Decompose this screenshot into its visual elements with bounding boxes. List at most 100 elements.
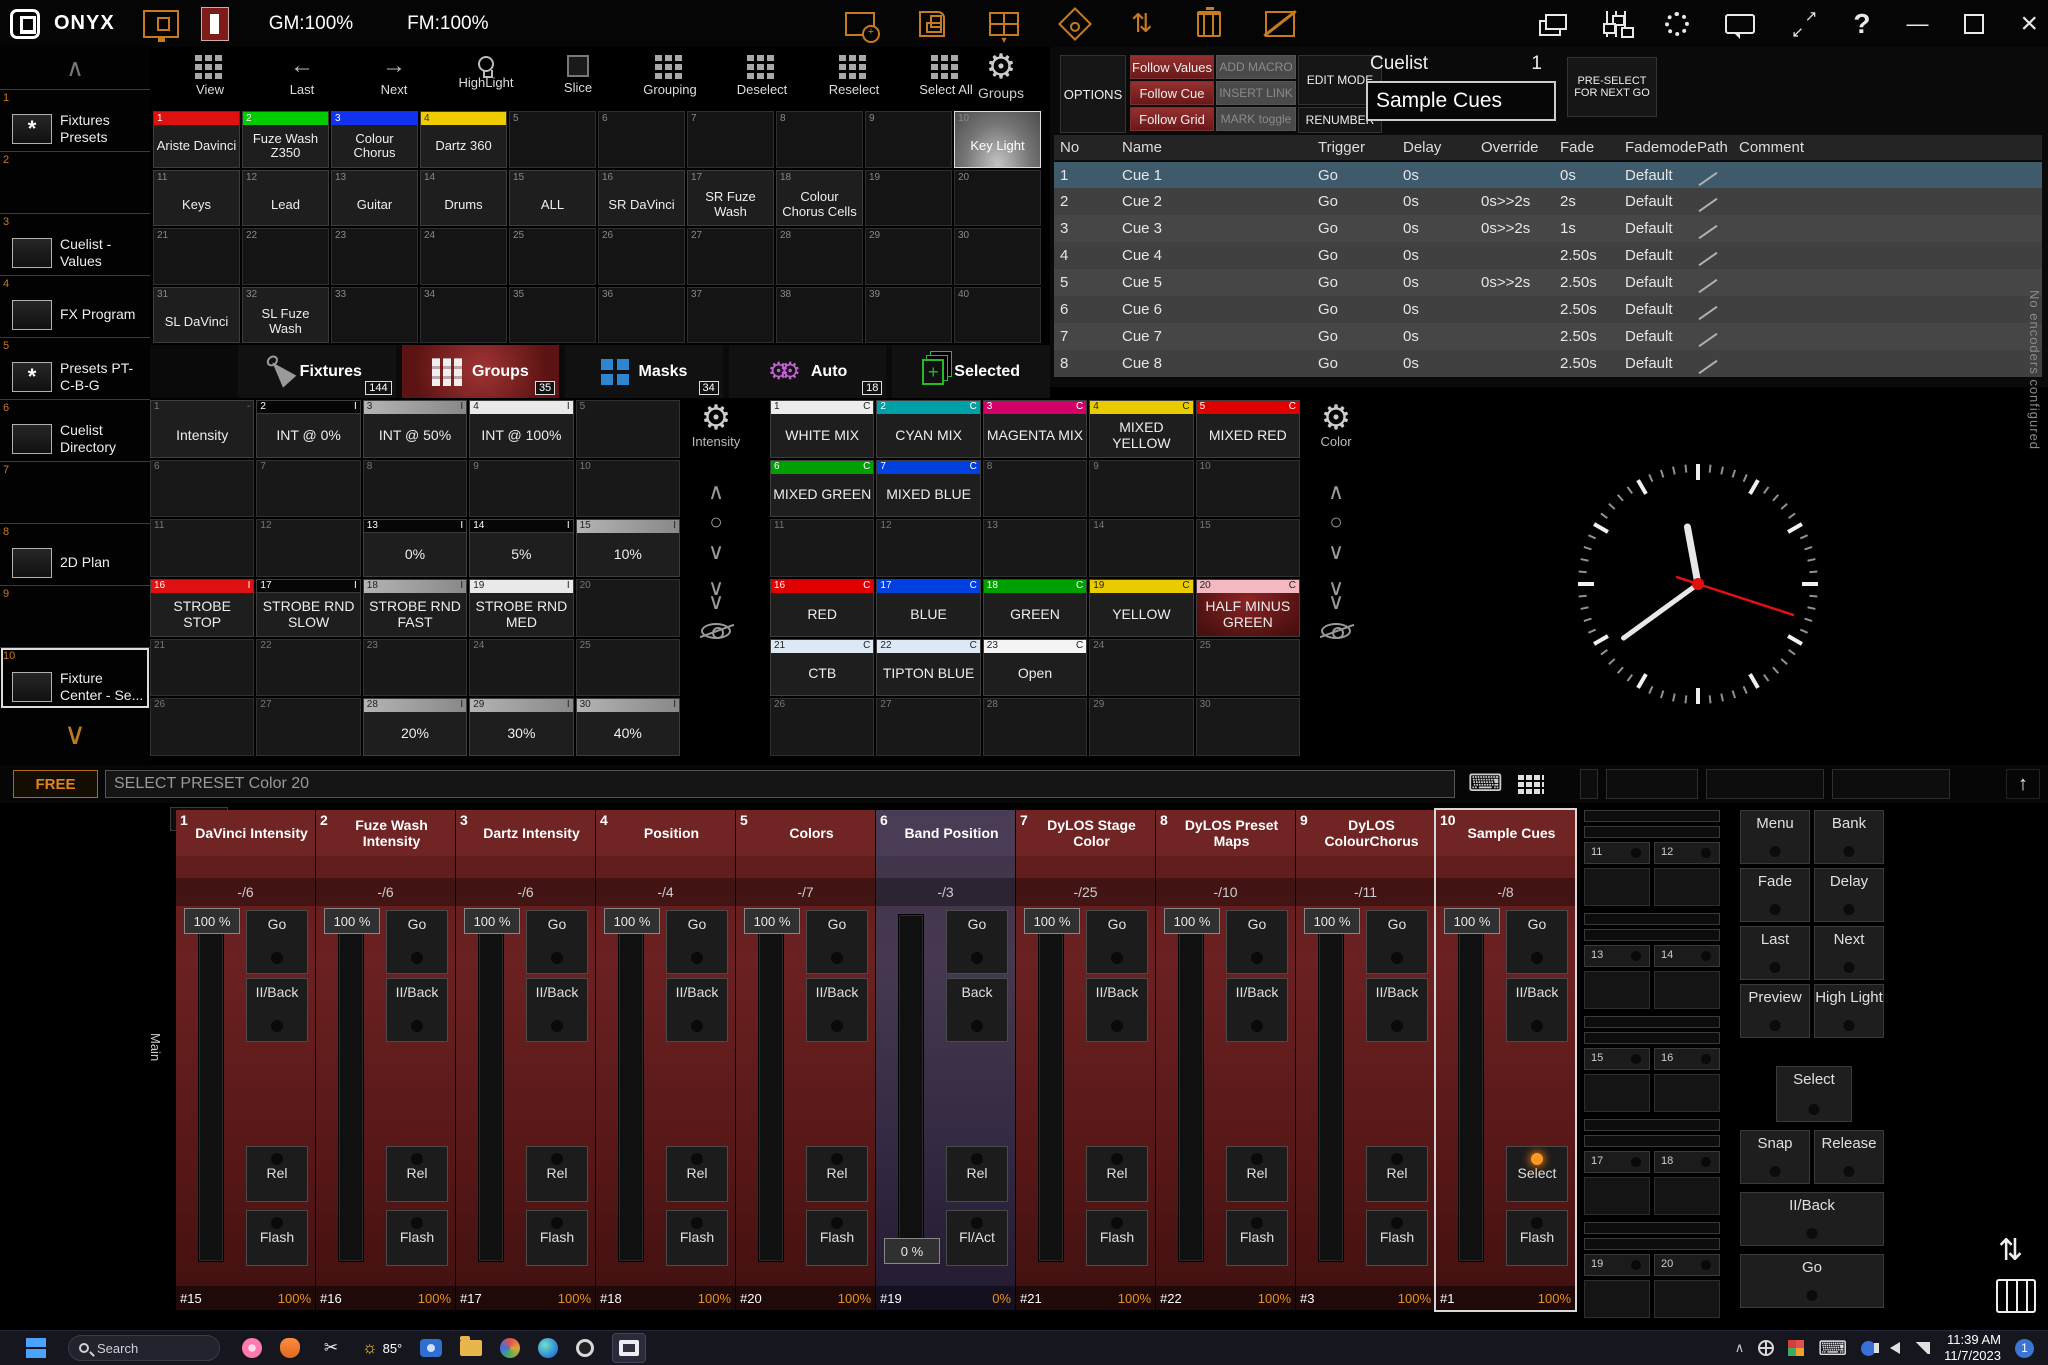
go-button[interactable]: Go — [1226, 910, 1288, 974]
ii-back-button[interactable]: II/Back — [1366, 978, 1428, 1042]
follow-button-1[interactable]: Follow Values — [1130, 55, 1214, 79]
group-cell-empty[interactable]: 29 — [865, 228, 952, 285]
group-cell-ariste-davinci[interactable]: 1Ariste Davinci — [153, 111, 240, 168]
color-cell-mixed-yellow[interactable]: 4CMIXED YELLOW — [1089, 400, 1193, 458]
encoder-bar[interactable] — [1584, 1222, 1720, 1234]
command-slot[interactable] — [1606, 769, 1698, 799]
color-cell-empty[interactable]: 30 — [1196, 698, 1300, 756]
color-cell-mixed-green[interactable]: 6CMIXED GREEN — [770, 460, 874, 518]
weather-widget[interactable]: ☼ 85° — [362, 1335, 402, 1361]
color-cell-blue[interactable]: 17CBLUE — [876, 579, 980, 637]
encoder-pad[interactable] — [1584, 868, 1650, 906]
fader-thumb[interactable]: 100 % — [184, 908, 240, 934]
group-cell-empty[interactable]: 40 — [954, 287, 1041, 344]
cue-row-2[interactable]: 2Cue 2Go0s0s>>2s2sDefault — [1054, 188, 2042, 215]
intensity-cell-int-50-[interactable]: 3IINT @ 50% — [363, 400, 467, 458]
snap-button[interactable]: Snap — [1740, 1130, 1810, 1184]
camera-app-icon[interactable] — [420, 1339, 442, 1357]
sidebar-item-empty-9[interactable]: 9 — [0, 585, 150, 647]
group-cell-all[interactable]: 15ALL — [509, 170, 596, 227]
sidebar-item-fx-program[interactable]: 4FX Program — [0, 275, 150, 337]
encoder-bar[interactable] — [1584, 810, 1720, 822]
macro-button-3[interactable]: MARK toggle — [1216, 107, 1296, 131]
sidebar-item-presets-pt-c-b-g[interactable]: 5*Presets PT-C-B-G — [0, 337, 150, 399]
intensity-cell-5-[interactable]: 14I5% — [469, 519, 573, 577]
group-cell-empty[interactable]: 22 — [242, 228, 329, 285]
encoder-button-12[interactable]: 12 — [1654, 842, 1720, 864]
tool-highlight[interactable]: HighLight — [454, 47, 518, 90]
fader-track[interactable] — [338, 914, 364, 1262]
group-cell-sl-davinci[interactable]: 31SL DaVinci — [153, 287, 240, 344]
message-icon[interactable] — [1725, 14, 1755, 34]
fl-act-button[interactable]: Fl/Act — [946, 1210, 1008, 1266]
col-trigger[interactable]: Trigger — [1312, 135, 1397, 161]
rel-button[interactable]: Rel — [1366, 1146, 1428, 1202]
color-cell-tipton-blue[interactable]: 22CTIPTON BLUE — [876, 639, 980, 697]
intensity-cell-int-0-[interactable]: 2IINT @ 0% — [256, 400, 360, 458]
fox-app-icon[interactable] — [280, 1338, 300, 1358]
flash-button[interactable]: Flash — [386, 1210, 448, 1266]
encoder-bar[interactable] — [1584, 929, 1720, 941]
group-cell-empty[interactable]: 26 — [598, 228, 685, 285]
ii-back-button[interactable]: II/Back — [666, 978, 728, 1042]
clock-date[interactable]: 11:39 AM 11/7/2023 — [1944, 1332, 2001, 1363]
strip-header[interactable]: 9DyLOS ColourChorus — [1296, 810, 1435, 856]
group-cell-empty[interactable]: 9 — [865, 111, 952, 168]
go-button[interactable]: Go — [1366, 910, 1428, 974]
color-cell-mixed-blue[interactable]: 7CMIXED BLUE — [876, 460, 980, 518]
levels-icon[interactable] — [1603, 11, 1629, 37]
delay-button[interactable]: Delay — [1814, 868, 1884, 922]
strip-header[interactable]: 4Position — [596, 810, 735, 856]
group-cell-empty[interactable]: 19 — [865, 170, 952, 227]
group-cell-colour-chorus-cells[interactable]: 18Colour Chorus Cells — [776, 170, 863, 227]
color-cell-empty[interactable]: 28 — [983, 698, 1087, 756]
intensity-cell-empty[interactable]: 11 — [150, 519, 254, 577]
fader-track[interactable] — [1318, 914, 1344, 1262]
color-cell-open[interactable]: 23COpen — [983, 639, 1087, 697]
intensity-cell-10-[interactable]: 15I10% — [576, 519, 680, 577]
color-cell-ctb[interactable]: 21CCTB — [770, 639, 874, 697]
group-cell-empty[interactable]: 8 — [776, 111, 863, 168]
fader-track[interactable] — [618, 914, 644, 1262]
fader-thumb[interactable]: 100 % — [464, 908, 520, 934]
globe-icon[interactable] — [1758, 1340, 1774, 1356]
group-cell-empty[interactable]: 6 — [598, 111, 685, 168]
command-slot[interactable] — [1580, 769, 1598, 799]
intensity-cell-empty[interactable]: 23 — [363, 639, 467, 697]
intensity-cell-empty[interactable]: 20 — [576, 579, 680, 637]
encoder-bar[interactable] — [1584, 1032, 1720, 1044]
help-icon[interactable]: ? — [1853, 8, 1870, 40]
col-path[interactable]: Path — [1691, 135, 1733, 161]
intensity-cell-strobe-stop[interactable]: 16ISTROBE STOP — [150, 579, 254, 637]
cue-row-1[interactable]: 1Cue 1Go0s0sDefault — [1054, 161, 2042, 188]
group-cell-empty[interactable]: 37 — [687, 287, 774, 344]
col-fade[interactable]: Fade — [1554, 135, 1619, 161]
snip-app-icon[interactable]: ✂ — [318, 1335, 344, 1361]
fader-track[interactable] — [1038, 914, 1064, 1262]
release-button[interactable]: Release — [1814, 1130, 1884, 1184]
record-app-icon[interactable] — [576, 1339, 594, 1357]
flash-button[interactable]: Flash — [806, 1210, 868, 1266]
group-cell-keys[interactable]: 11Keys — [153, 170, 240, 227]
start-button[interactable] — [26, 1338, 46, 1358]
gear-icon[interactable]: ⚙ — [1321, 400, 1351, 436]
tool-last[interactable]: ←Last — [270, 47, 334, 97]
select-button[interactable]: Select — [1506, 1146, 1568, 1202]
go-button[interactable]: Go — [386, 910, 448, 974]
edge-app-icon[interactable] — [538, 1338, 558, 1358]
col-comment[interactable]: Comment — [1733, 135, 2042, 161]
select-button[interactable]: Select — [1776, 1066, 1852, 1122]
fader-thumb[interactable]: 100 % — [1444, 908, 1500, 934]
intensity-cell-empty[interactable]: 9 — [469, 460, 573, 518]
ii-back-button[interactable]: II/Back — [386, 978, 448, 1042]
ii-back-button[interactable]: II/Back — [1226, 978, 1288, 1042]
sidebar-item-fixtures-presets[interactable]: 1*Fixtures Presets — [0, 89, 150, 151]
fader-track[interactable] — [478, 914, 504, 1262]
page-down-icon[interactable]: ∨∨ — [708, 581, 724, 609]
group-cell-empty[interactable]: 27 — [687, 228, 774, 285]
col-no[interactable]: No — [1054, 135, 1116, 161]
color-cell-red[interactable]: 16CRED — [770, 579, 874, 637]
intensity-cell-int-100-[interactable]: 4IINT @ 100% — [469, 400, 573, 458]
group-cell-empty[interactable]: 25 — [509, 228, 596, 285]
encoder-bar[interactable] — [1584, 913, 1720, 925]
